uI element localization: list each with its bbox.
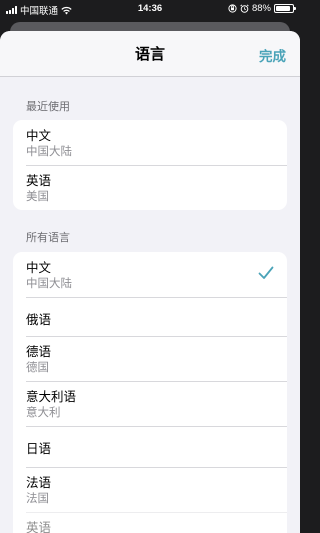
recent-section-header: 最近使用 — [26, 100, 70, 113]
language-item-japanese[interactable]: 日语 — [13, 426, 287, 467]
language-item-english[interactable]: 英语 — [13, 512, 287, 533]
checkmark-icon — [258, 266, 274, 279]
orientation-lock-icon — [228, 4, 237, 13]
language-region: 中国大陆 — [26, 276, 72, 290]
language-name: 德语 — [26, 344, 52, 359]
language-sheet: 语言 完成 最近使用 中文 中国大陆 英语 美国 所有语言 中文 中国大陆 俄语… — [0, 31, 300, 533]
language-name: 日语 — [26, 441, 52, 456]
battery-percent: 88% — [251, 3, 271, 14]
all-section-header: 所有语言 — [26, 231, 70, 244]
language-item-russian[interactable]: 俄语 — [13, 297, 287, 336]
recent-item-english[interactable]: 英语 美国 — [13, 165, 287, 210]
language-name: 英语 — [26, 520, 52, 533]
language-region: 意大利 — [26, 405, 61, 419]
battery-icon — [274, 4, 296, 13]
page-title: 语言 — [134, 45, 165, 63]
language-name: 俄语 — [26, 312, 52, 327]
language-name: 法语 — [26, 475, 52, 490]
language-item-french[interactable]: 法语 法国 — [13, 467, 287, 512]
recent-item-chinese[interactable]: 中文 中国大陆 — [13, 120, 287, 165]
language-region: 中国大陆 — [26, 144, 72, 158]
nav-bar: 语言 完成 — [0, 31, 300, 77]
language-item-chinese[interactable]: 中文 中国大陆 — [13, 252, 287, 297]
status-bar: 中国联通 14:36 88% — [0, 0, 300, 18]
all-language-list: 中文 中国大陆 俄语 德语 德国 意大利语 意大利 日语 法语 法国 英语 — [13, 252, 287, 533]
language-region: 美国 — [26, 189, 49, 203]
battery-level — [276, 6, 291, 11]
status-right: 88% — [228, 3, 296, 14]
language-name: 英语 — [26, 173, 52, 188]
done-button[interactable]: 完成 — [259, 45, 286, 65]
language-name: 意大利语 — [26, 389, 77, 404]
language-item-german[interactable]: 德语 德国 — [13, 336, 287, 381]
language-name: 中文 — [26, 128, 52, 143]
language-region: 法国 — [26, 491, 49, 505]
recent-language-list: 中文 中国大陆 英语 美国 — [13, 120, 287, 210]
language-item-italian[interactable]: 意大利语 意大利 — [13, 381, 287, 426]
language-region: 德国 — [26, 360, 49, 374]
language-name: 中文 — [26, 260, 52, 275]
alarm-icon — [240, 4, 249, 13]
